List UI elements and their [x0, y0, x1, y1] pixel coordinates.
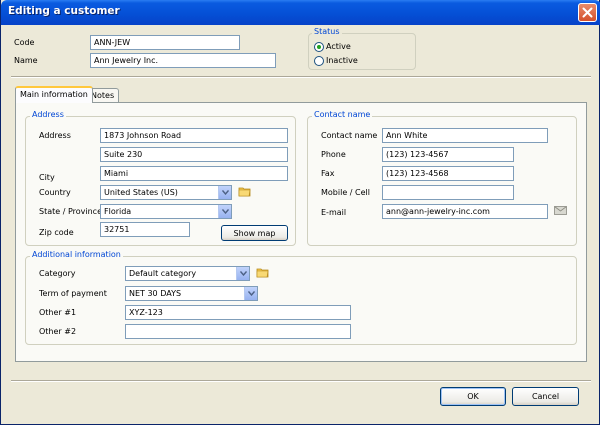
dialog-window: Editing a customer Code ANN-JEW Name Ann…: [0, 0, 600, 425]
mobile-label: Mobile / Cell: [321, 188, 370, 197]
other1-input[interactable]: XYZ-123: [125, 305, 351, 320]
address-line2-input[interactable]: Suite 230: [100, 147, 288, 162]
envelope-icon[interactable]: [554, 205, 567, 216]
additional-info-group-label: Additional information: [30, 250, 123, 259]
fax-input[interactable]: (123) 123-4568: [382, 166, 514, 181]
contact-group-label: Contact name: [312, 110, 373, 119]
status-group-label: Status: [312, 27, 342, 36]
country-label: Country: [39, 188, 71, 197]
show-map-button[interactable]: Show map: [221, 225, 288, 241]
mobile-input[interactable]: [382, 185, 514, 200]
email-label: E-mail: [321, 208, 347, 217]
name-label: Name: [14, 56, 38, 65]
other2-label: Other #2: [39, 327, 77, 336]
state-select[interactable]: Florida: [100, 204, 232, 219]
city-input[interactable]: Miami: [100, 166, 288, 181]
chevron-down-icon[interactable]: [244, 287, 257, 300]
status-group: [308, 33, 416, 70]
phone-input[interactable]: (123) 123-4567: [382, 147, 514, 162]
email-input[interactable]: ann@ann-jewelry-inc.com: [382, 204, 548, 219]
header-separator: [11, 76, 591, 78]
name-input[interactable]: Ann Jewelry Inc.: [90, 53, 276, 68]
status-active-radio[interactable]: [314, 42, 324, 52]
address-label: Address: [39, 131, 71, 140]
category-label: Category: [39, 269, 76, 278]
term-of-payment-select[interactable]: NET 30 DAYS: [125, 286, 258, 301]
city-label: City: [39, 173, 55, 182]
title-bar[interactable]: Editing a customer: [1, 0, 600, 25]
zip-label: Zip code: [39, 228, 74, 237]
fax-label: Fax: [321, 169, 335, 178]
status-active-label[interactable]: Active: [326, 42, 351, 51]
country-select[interactable]: United States (US): [100, 185, 232, 200]
contact-name-input[interactable]: Ann White: [382, 128, 548, 143]
category-select[interactable]: Default category: [125, 266, 250, 281]
contact-name-label: Contact name: [321, 131, 378, 140]
status-inactive-label[interactable]: Inactive: [326, 56, 358, 65]
ok-button[interactable]: OK: [440, 387, 506, 406]
other2-input[interactable]: [125, 324, 351, 339]
address-line1-input[interactable]: 1873 Johnson Road: [100, 128, 288, 143]
other1-label: Other #1: [39, 308, 77, 317]
state-select-value: Florida: [104, 207, 132, 216]
tab-main-information[interactable]: Main information: [15, 86, 93, 103]
phone-label: Phone: [321, 150, 346, 159]
chevron-down-icon[interactable]: [218, 186, 231, 199]
address-group-label: Address: [30, 110, 66, 119]
status-inactive-radio[interactable]: [314, 56, 324, 66]
chevron-down-icon[interactable]: [236, 267, 249, 280]
zip-input[interactable]: 32751: [100, 222, 190, 237]
code-label: Code: [14, 38, 35, 47]
code-input[interactable]: ANN-JEW: [90, 35, 240, 50]
chevron-down-icon[interactable]: [218, 205, 231, 218]
close-icon: [582, 7, 593, 18]
state-label: State / Province: [39, 207, 102, 216]
close-button[interactable]: [578, 3, 597, 22]
term-of-payment-label: Term of payment: [39, 289, 107, 298]
footer-separator: [11, 380, 591, 382]
category-select-value: Default category: [129, 269, 197, 278]
country-select-value: United States (US): [104, 188, 178, 197]
folder-icon[interactable]: [256, 266, 269, 278]
term-of-payment-value: NET 30 DAYS: [129, 289, 182, 298]
window-title: Editing a customer: [8, 5, 120, 17]
folder-icon[interactable]: [238, 185, 251, 197]
cancel-button[interactable]: Cancel: [512, 387, 579, 406]
